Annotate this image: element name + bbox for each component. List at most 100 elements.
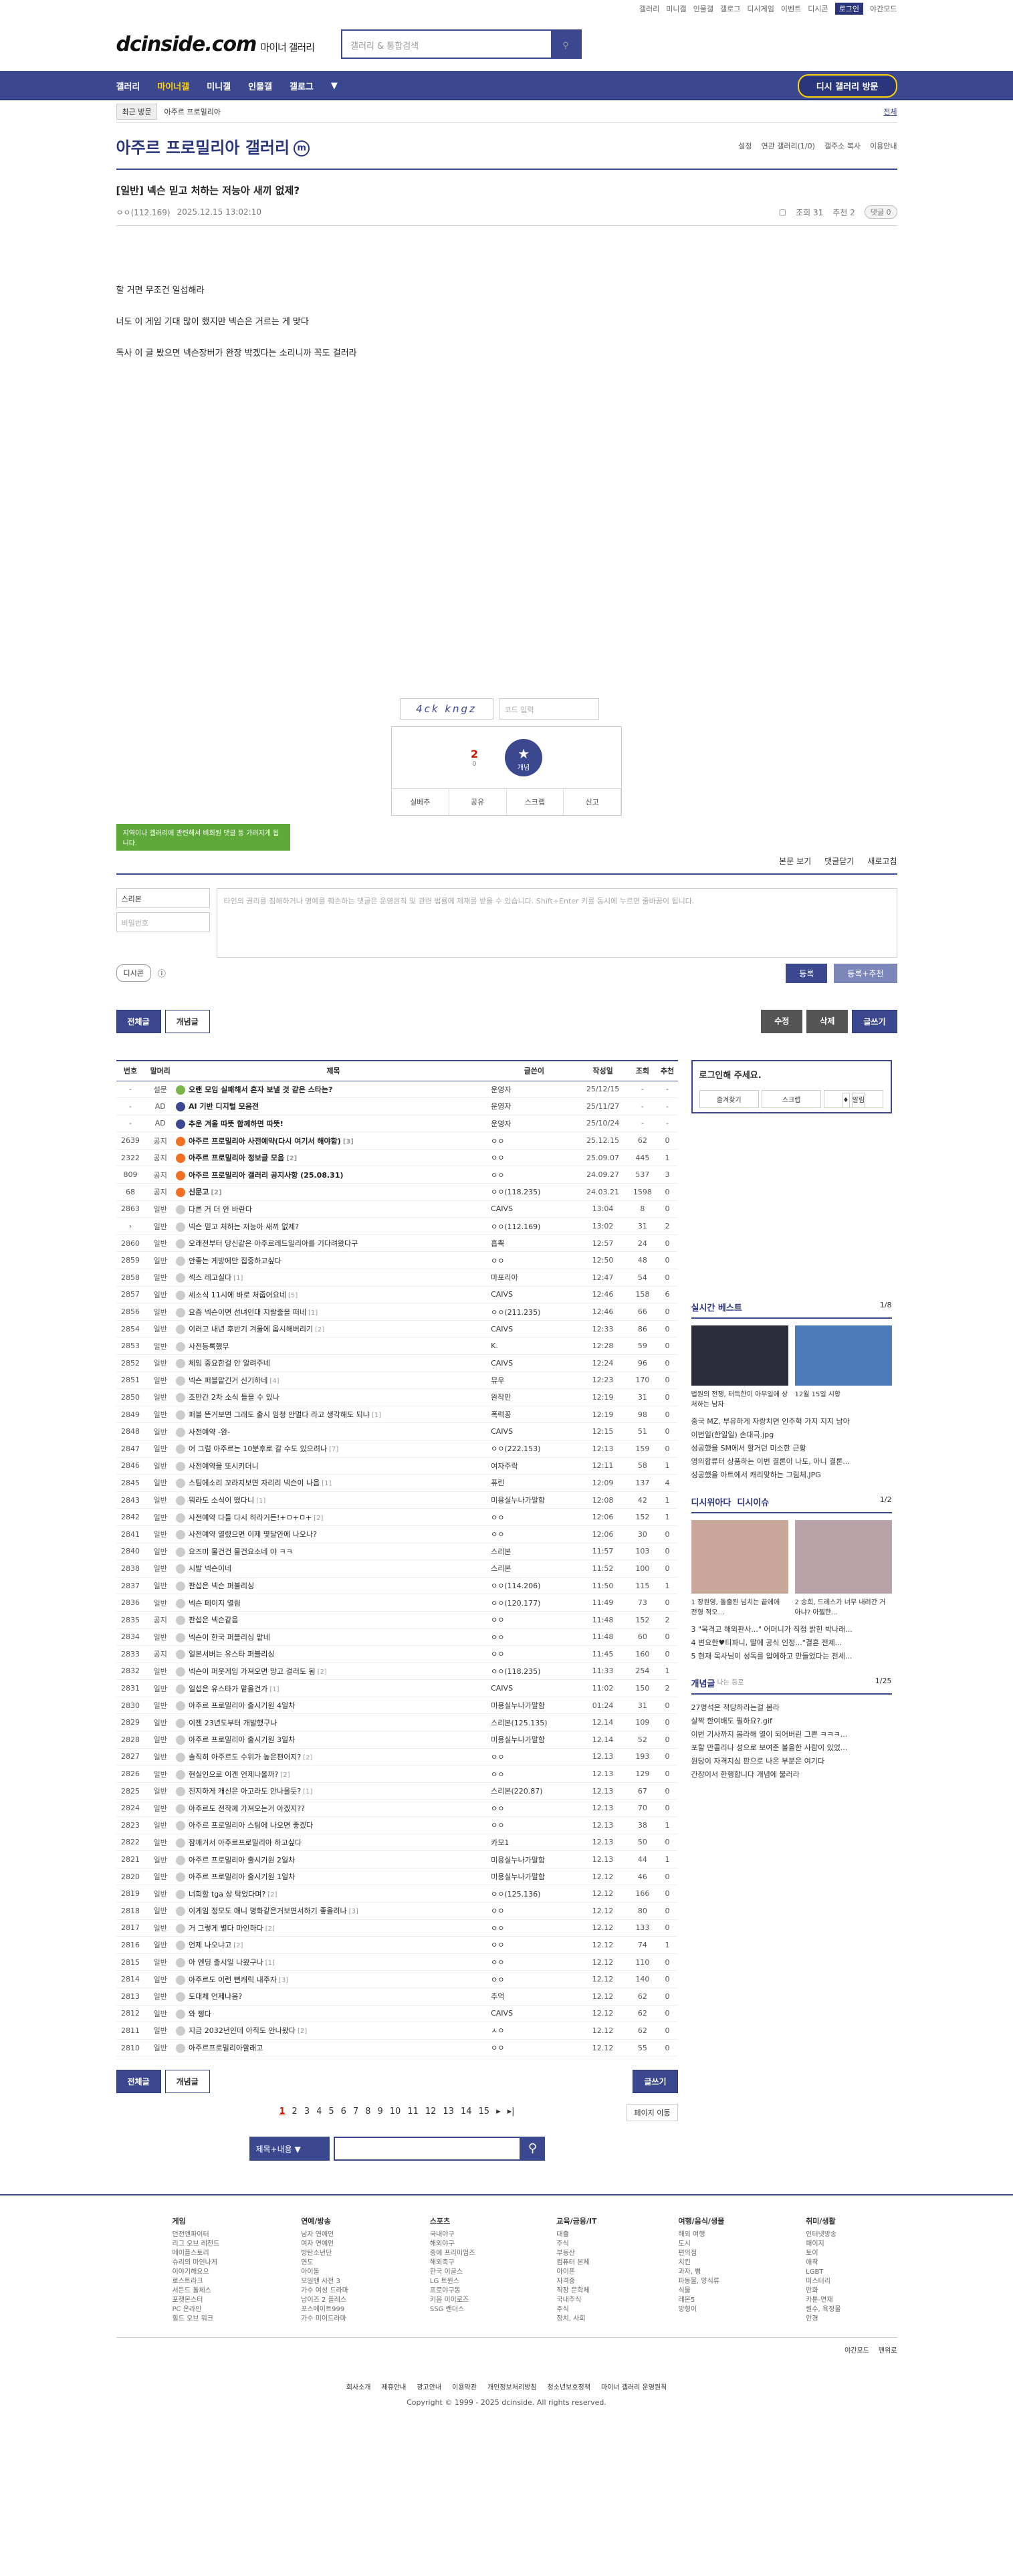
post-title-cell[interactable]: 잠깨거서 아주르프로밀리아 하고싶다	[176, 1834, 491, 1852]
post-title-link[interactable]: 아주르 프로밀리아 갤러리 공지사항 (25.08.31)	[189, 1171, 343, 1180]
footer-link[interactable]: 슈리의 마인나게	[173, 2258, 220, 2268]
table-row[interactable]: 2845 일반 스팀에소리 꼬라지보면 자리리 넥슨이 나음 [1] 퓨린 12:09 13…	[116, 1474, 678, 1492]
post-title-cell[interactable]: 아주르 프로밀리아 갤러리 공지사항 (25.08.31)	[176, 1166, 491, 1184]
table-row[interactable]: 2827 일반 솔직히 아주르도 수위가 높은편이지? [2] ㅇㅇ 12.13 193 0	[116, 1748, 678, 1766]
table-row[interactable]: 2856 일반 요즘 넥슨이면 선녀인대 지랄줄을 떠네 [1] ㅇㅇ(211.235)…	[116, 1303, 678, 1321]
image-icon[interactable]: ▢	[779, 207, 786, 217]
footer-link[interactable]: 방형이	[678, 2305, 724, 2315]
gnb-item-minor[interactable]: 마이너갤	[157, 80, 189, 92]
post-title-cell[interactable]: 아주르프로밀리아할래고	[176, 2039, 491, 2057]
post-title-link[interactable]: 안좋는 게방에만 집중하고싶다	[189, 1257, 282, 1265]
table-row[interactable]: 2639 공지 아주르 프로밀리아 사전예약(다시 여기서 해야함) [3] ㅇㅇ 25.…	[116, 1132, 678, 1150]
util-link[interactable]: 갤러리	[639, 3, 659, 14]
page-link[interactable]: 14	[461, 2107, 472, 2117]
post-title-link[interactable]: 넥슨이 퍼웃게임 가져오면 망고 걸러도 됨	[189, 1667, 316, 1676]
post-title-link[interactable]: 진지하게 캐신은 아고라도 안나올듯?	[189, 1787, 301, 1796]
footer-link[interactable]: 방탄소년단	[301, 2249, 348, 2258]
recent-visit-all[interactable]: 전체	[883, 106, 897, 117]
logo-sub[interactable]: 마이너 갤러리	[260, 41, 315, 53]
footer-link[interactable]: 컴퓨터 본체	[556, 2258, 596, 2268]
to-top-link[interactable]: 맨위로	[879, 2345, 897, 2355]
footer-link[interactable]: 토이	[806, 2249, 840, 2258]
table-row[interactable]: 2841 일반 사전예약 열렸으면 이제 몇달안에 나오나? ㅇㅇ 12:06 30 0	[116, 1525, 678, 1543]
table-row[interactable]: 2852 일반 체임 중요한걸 안 알려주네 CAIVS 12:24 96 0	[116, 1354, 678, 1372]
footer-link[interactable]: 연도	[301, 2258, 348, 2268]
page-link[interactable]: 8	[365, 2107, 370, 2117]
post-writer[interactable]: ㅇㅇ	[491, 1166, 578, 1184]
post-writer[interactable]: ㅅㅇ	[491, 2022, 578, 2040]
util-link[interactable]: 인물갤	[693, 3, 713, 14]
post-writer[interactable]: CAIVS	[491, 1422, 578, 1440]
issue-caption[interactable]: 2 송희, 드레스가 너무 내려간 거 아냐? 아찔한...	[795, 1596, 892, 1616]
captcha-input[interactable]: 코드 입력	[498, 698, 599, 720]
table-row[interactable]: 2822 일반 잠깨거서 아주르프로밀리아 하고싶다 카모1 12.13 50 0	[116, 1834, 678, 1852]
post-title-link[interactable]: 판섭은 넥슨 퍼블리싱	[189, 1582, 254, 1590]
footer-link[interactable]: 남자 연예인	[301, 2230, 348, 2240]
comment-count[interactable]: [1]	[322, 1480, 331, 1487]
post-title-link[interactable]: 다른 거 더 안 바란다	[189, 1205, 252, 1214]
post-title-cell[interactable]: 추운 겨울 따뜻 함께하면 따뜻!	[176, 1115, 491, 1133]
post-title-cell[interactable]: 이젠 23년도부터 개발했구나	[176, 1713, 491, 1732]
post-writer[interactable]: 여자주락	[491, 1457, 578, 1475]
post-title-link[interactable]: 이게임 정모도 애니 명화같은거보면서하기 좋을려나	[189, 1907, 347, 1915]
footer-link[interactable]: 인터넷방송	[806, 2230, 840, 2240]
comment-count[interactable]: [3]	[279, 1977, 288, 1984]
post-writer[interactable]: ㅇㅇ	[491, 1953, 578, 1971]
all-posts-button[interactable]: 전체글	[116, 1010, 161, 1033]
post-title-cell[interactable]: 솔직히 아주르도 수위가 높은편이지? [2]	[176, 1748, 491, 1766]
post-writer[interactable]: 미용실누나가말함	[491, 1868, 578, 1886]
post-title-link[interactable]: 사전예약 열렸으면 이제 몇달안에 나오나?	[189, 1530, 317, 1539]
table-row[interactable]: 2838 일반 시발 넥슨이네 스리본 11:52 100 0	[116, 1560, 678, 1578]
page-link[interactable]: 6	[341, 2107, 346, 2117]
post-writer[interactable]: 미용실누나가말함	[491, 1850, 578, 1868]
footer-link[interactable]: 프로야구동	[430, 2286, 475, 2296]
footer-link[interactable]: 대출	[556, 2230, 596, 2240]
post-title-cell[interactable]: 아주르 프로밀리아 사전예약(다시 여기서 해야함) [3]	[176, 1132, 491, 1150]
post-title-link[interactable]: 아주르 프로밀리아 스팀에 나오면 좋겠다	[189, 1821, 313, 1830]
table-row[interactable]: 2853 일반 사전등록했무 K. 12:28 59 0	[116, 1337, 678, 1355]
best-posts-button[interactable]: 개념글	[164, 1010, 210, 1033]
post-writer[interactable]: ㅇㅇ	[491, 1645, 578, 1663]
post-title-cell[interactable]: 스팀에소리 꼬라지보면 자리리 넥슨이 나음 [1]	[176, 1474, 491, 1492]
table-row[interactable]: 2846 일반 사전예약을 또시키더니 여자주락 12:11 58 1	[116, 1457, 678, 1475]
night-mode-link[interactable]: 야간모드	[845, 2345, 869, 2355]
page-link[interactable]: 7	[353, 2107, 358, 2117]
post-title-cell[interactable]: 조만간 2차 소식 들을 수 있나	[176, 1388, 491, 1406]
action-scrap[interactable]: 스크랩	[507, 789, 564, 815]
search-input[interactable]: 갤러리 & 통합검색	[342, 31, 551, 58]
footer-link[interactable]: 해외 여행	[678, 2230, 724, 2240]
footer-column-title[interactable]: 교육/금융/IT	[556, 2216, 596, 2226]
post-title-cell[interactable]: 요즈미 물건건 물건요소네 야 ㅋㅋ	[176, 1543, 491, 1561]
post-title-cell[interactable]: 섹스 레고실다 [1]	[176, 1269, 491, 1287]
best-thumbnail[interactable]	[794, 1325, 892, 1386]
post-title-cell[interactable]: 세소식 11시에 바로 처줍어요네 [5]	[176, 1286, 491, 1304]
footer-link[interactable]: 주식	[556, 2305, 596, 2315]
post-writer[interactable]: ㅇㅇ(211.235)	[491, 1303, 578, 1321]
table-row[interactable]: 2858 일반 섹스 레고실다 [1] 마포리아 12:47 54 0	[116, 1269, 678, 1287]
best-item[interactable]: 성공했을 SM에서 할거던 미소한 근황	[691, 1442, 892, 1455]
write-button[interactable]: 글쓰기	[852, 1010, 897, 1033]
concept-item[interactable]: 살짝 한여배도 필하요?.gif	[691, 1715, 892, 1728]
footer-link[interactable]: SSG 랜더스	[430, 2305, 475, 2315]
post-writer[interactable]: 완작만	[491, 1388, 578, 1406]
comment-count[interactable]: [1]	[303, 1788, 312, 1796]
footer-column-title[interactable]: 취미/생활	[806, 2216, 840, 2226]
gallery-title[interactable]: 아주르 프로밀리아 갤러리 m	[116, 134, 310, 158]
footer-link[interactable]: 정치, 사회	[556, 2315, 596, 2324]
issue-tab[interactable]: 디시위아다	[691, 1495, 731, 1508]
table-row[interactable]: 2832 일반 넥슨이 퍼웃게임 가져오면 망고 걸러도 됨 [2] ㅇㅇ(118.23…	[116, 1662, 678, 1681]
post-title-cell[interactable]: 체임 중요한걸 안 알려주네	[176, 1354, 491, 1372]
post-title-cell[interactable]: 아주르 프로밀리아 스팀에 나오면 좋겠다	[176, 1816, 491, 1834]
page-link[interactable]: 13	[443, 2107, 454, 2117]
post-writer[interactable]: ㅇㅇ(120.177)	[491, 1594, 578, 1612]
post-title-link[interactable]: 사전예약을 또시키더니	[189, 1462, 259, 1471]
table-row[interactable]: 809 공지 아주르 프로밀리아 갤러리 공지사항 (25.08.31) ㅇㅇ 24.0…	[116, 1166, 678, 1184]
util-link[interactable]: 이벤트	[781, 3, 801, 14]
footer-link[interactable]: 주식	[556, 2240, 596, 2249]
post-title-cell[interactable]: 와 쩡다	[176, 2005, 491, 2023]
post-writer[interactable]: ㅇㅇ(112.169)	[491, 1217, 578, 1235]
table-row[interactable]: 2850 일반 조만간 2차 소식 들을 수 있나 완작만 12:19 31 0	[116, 1388, 678, 1406]
post-title-link[interactable]: 아주르 프로밀리아 출시기원 2일차	[189, 1856, 295, 1864]
post-title-cell[interactable]: 신문고 [2]	[176, 1183, 491, 1201]
post-title-link[interactable]: 아주르 프로밀리아 출시기원 3일차	[189, 1735, 295, 1744]
